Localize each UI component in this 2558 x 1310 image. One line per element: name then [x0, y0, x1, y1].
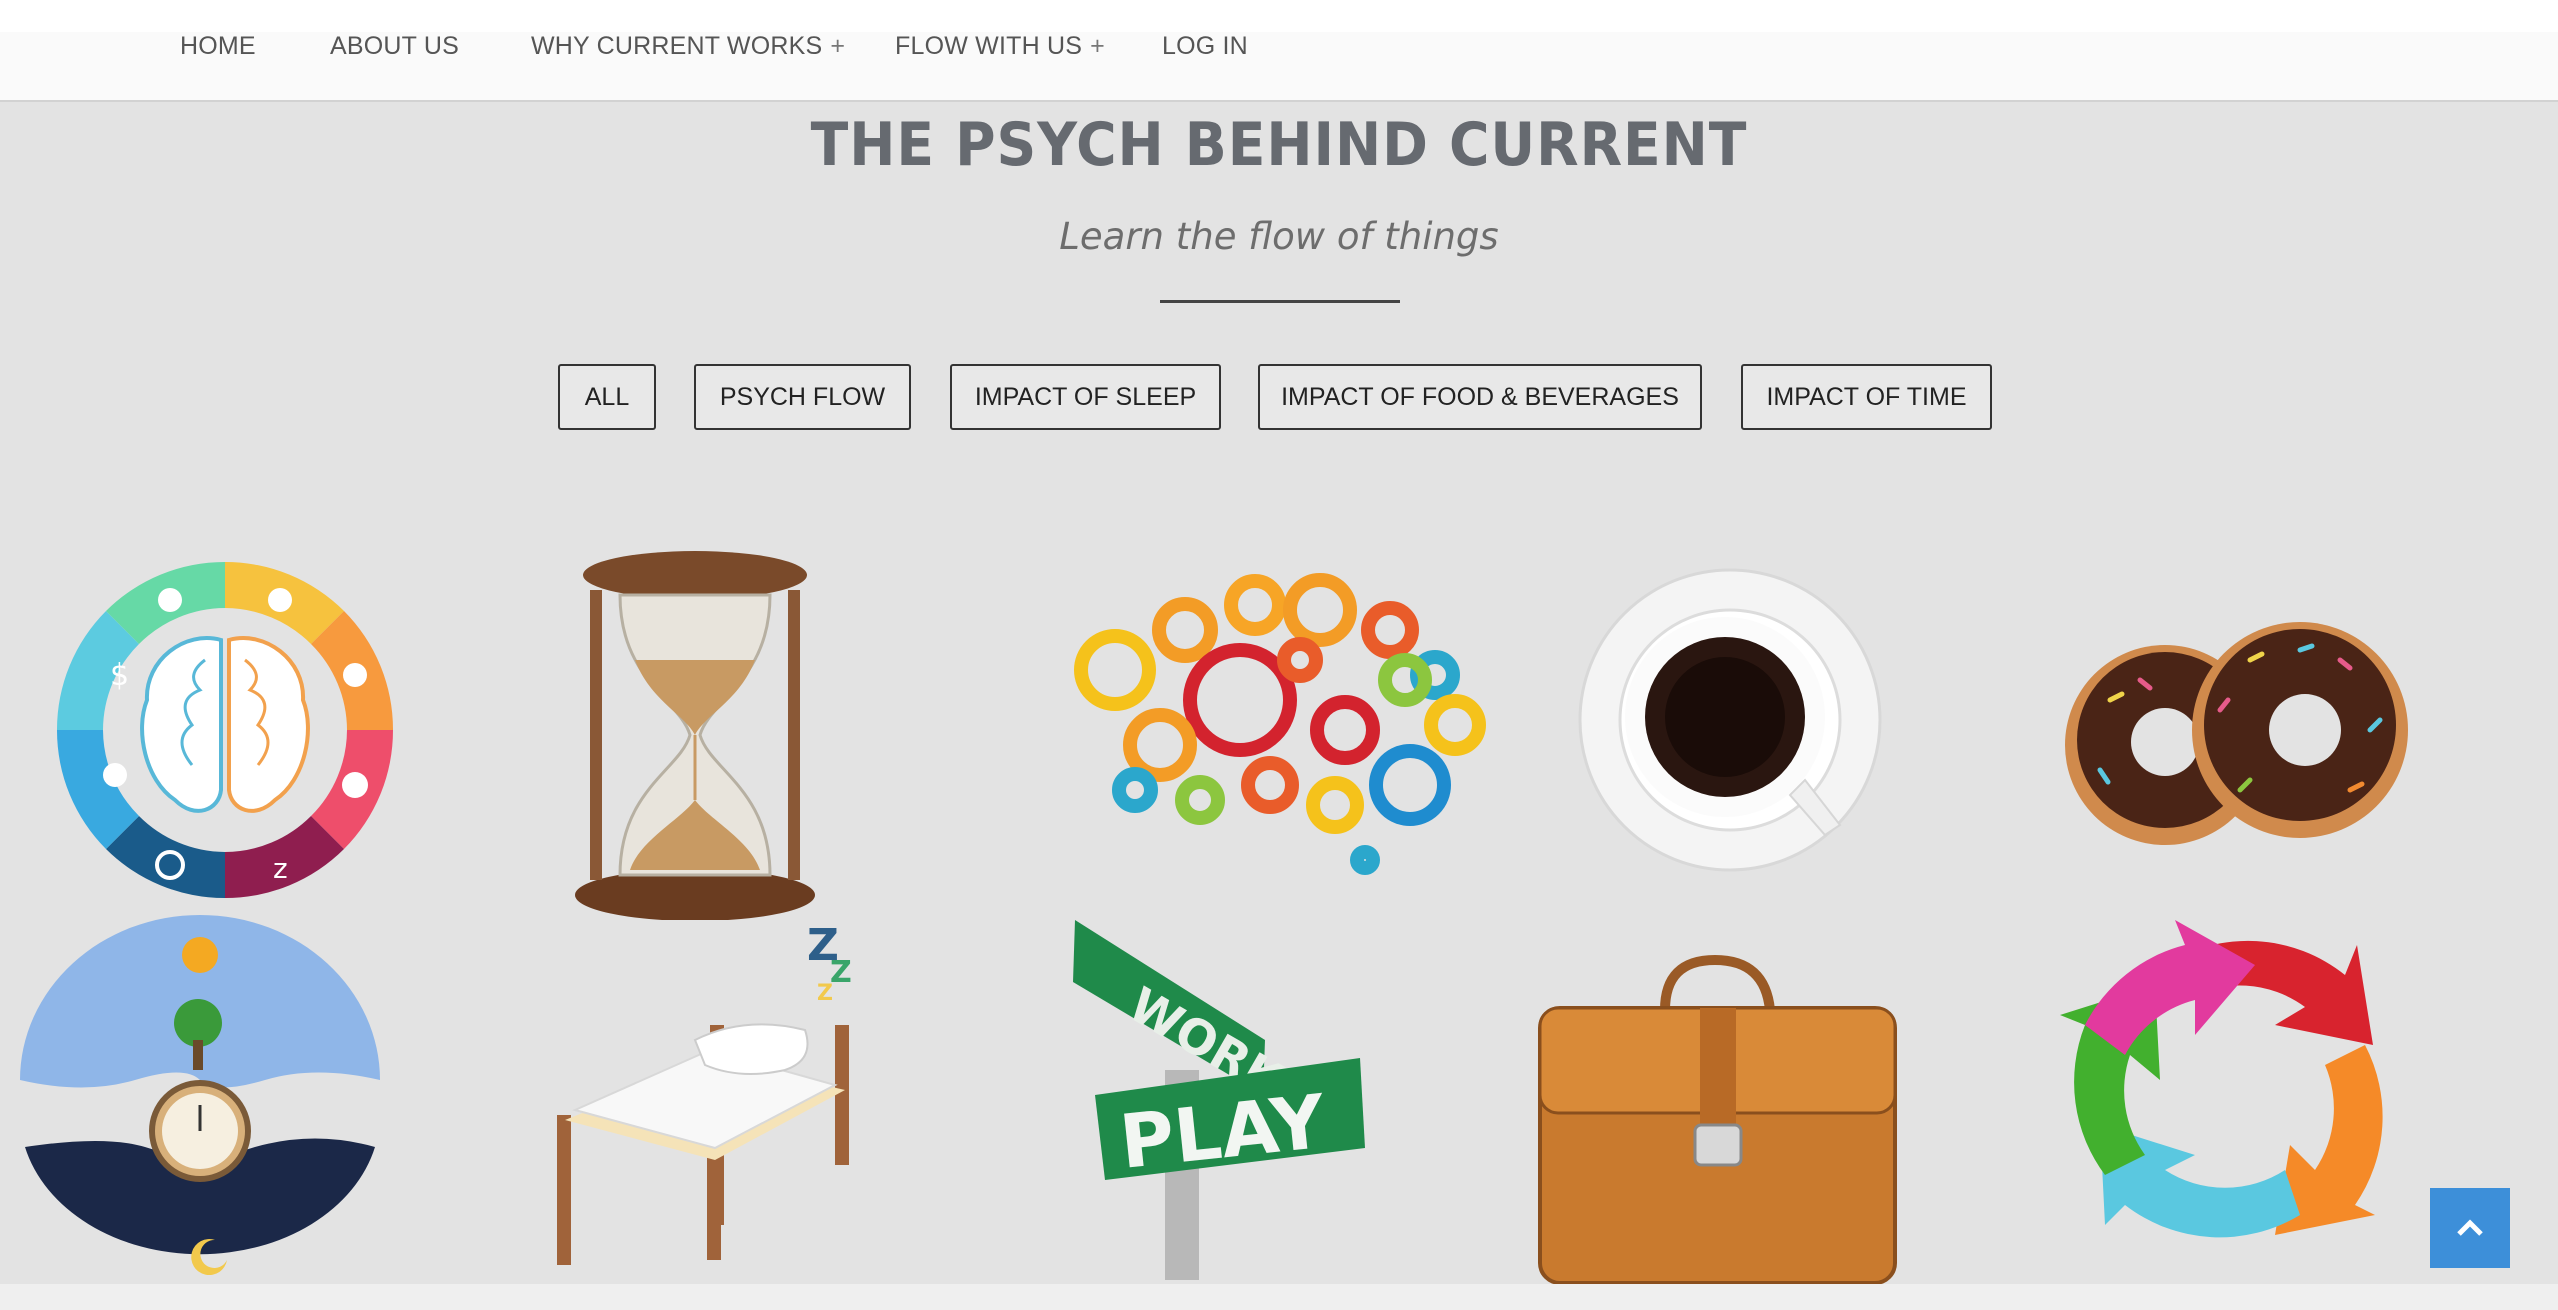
scroll-to-top-button[interactable]: [2430, 1188, 2510, 1268]
nav-top-strip: [0, 0, 2558, 32]
donuts-icon: [2065, 622, 2408, 845]
nav-item-label: ABOUT US: [330, 32, 459, 60]
nav-item-label: HOME: [180, 32, 256, 60]
bed-sleep-icon: Z Z Z: [557, 920, 852, 1265]
hourglass-icon: [575, 551, 815, 920]
briefcase-icon: [1538, 954, 1897, 1285]
filter-impact-of-sleep-button[interactable]: IMPACT OF SLEEP: [950, 364, 1221, 430]
svg-text:Z: Z: [830, 955, 852, 990]
svg-text:z: z: [273, 852, 288, 885]
gallery-item-briefcase[interactable]: [1535, 950, 1900, 1285]
nav-item-label: WHY CURRENT WORKS: [531, 32, 823, 60]
chevron-up-icon: [2457, 1219, 2483, 1236]
gallery-item-day-night-clock[interactable]: [15, 915, 385, 1285]
filter-impact-of-time-button[interactable]: IMPACT OF TIME: [1741, 364, 1992, 430]
submenu-plus-icon[interactable]: +: [830, 32, 845, 60]
svg-text:$: $: [110, 658, 129, 693]
submenu-plus-icon[interactable]: +: [1090, 32, 1105, 60]
gallery-item-work-play-sign[interactable]: WORK PLAY: [1065, 920, 1375, 1280]
svg-text:Z: Z: [817, 981, 833, 1006]
gallery-item-donuts[interactable]: [2050, 620, 2410, 850]
gallery-item-coffee-cup[interactable]: [1575, 565, 1885, 875]
nav-item-label: FLOW WITH US: [895, 32, 1083, 60]
title-divider: [1160, 300, 1400, 303]
gallery-item-hourglass[interactable]: [560, 550, 830, 920]
filter-impact-of-food-button[interactable]: IMPACT OF FOOD & BEVERAGES: [1258, 364, 1702, 430]
coffee-cup-icon: [1578, 568, 1882, 872]
gallery-item-cycle-arrows[interactable]: [2045, 915, 2425, 1285]
nav-item-log-in[interactable]: LOG IN: [1162, 32, 1248, 61]
work-play-sign-icon: WORK PLAY: [1073, 920, 1365, 1280]
page-subtitle: Learn the flow of things: [1059, 215, 1499, 258]
nav-item-home[interactable]: HOME: [180, 32, 256, 61]
nav-item-about-us[interactable]: ABOUT US: [330, 32, 459, 61]
day-night-clock-icon: [20, 915, 380, 1276]
gallery-item-brain-hemispheres[interactable]: $ z: [55, 560, 395, 900]
filter-psych-flow-button[interactable]: PSYCH FLOW: [694, 364, 911, 430]
nav-item-why-current-works[interactable]: WHY CURRENT WORKS +: [531, 32, 845, 61]
brain-hemispheres-icon: $ z: [56, 561, 394, 899]
footer-band: [0, 1284, 2558, 1310]
top-navigation: HOME ABOUT US WHY CURRENT WORKS + FLOW WI…: [0, 0, 2558, 102]
filter-all-button[interactable]: ALL: [558, 364, 656, 430]
gallery-item-gear-brain[interactable]: [1055, 560, 1505, 915]
nav-item-label: LOG IN: [1162, 32, 1248, 60]
gallery-item-bed-sleep[interactable]: Z Z Z: [545, 920, 875, 1280]
gear-brain-icon: [1074, 573, 1486, 875]
cycle-arrows-icon: [2060, 920, 2383, 1238]
nav-item-flow-with-us[interactable]: FLOW WITH US +: [895, 32, 1105, 61]
page-title: THE PSYCH BEHIND CURRENT: [810, 110, 1748, 180]
